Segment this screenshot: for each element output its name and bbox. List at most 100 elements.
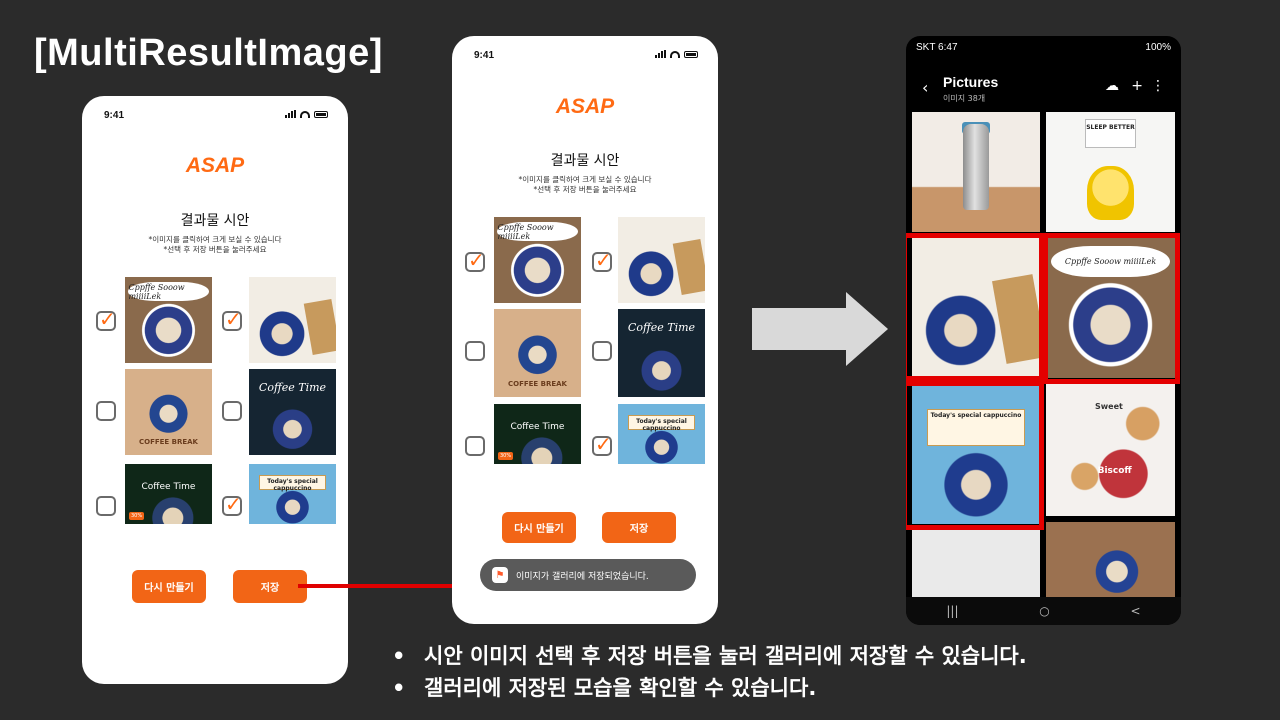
gallery-status-bar: SKT 6:47 100%: [916, 42, 1171, 53]
result-thumbnail-4[interactable]: Coffee Time: [249, 369, 336, 455]
select-checkbox-4[interactable]: [592, 341, 612, 361]
gallery-screen: SKT 6:47 100% ‹ Pictures 이미지 38개 ☁ + ⋮ S…: [906, 36, 1181, 625]
thumb-special-text: Today's special cappuccino: [259, 474, 326, 492]
slide-title: [MultiResultImage]: [34, 32, 383, 74]
sleep-sign: SLEEP BETTER: [1084, 119, 1137, 148]
system-nav-bar: ||| ○ <: [906, 597, 1181, 625]
toast-message: 이미지가 갤러리에 저장되었습니다.: [516, 571, 649, 582]
saved-toast: ⚑ 이미지가 갤러리에 저장되었습니다.: [480, 559, 696, 591]
instruction-1: *이미지를 클릭하여 크게 보실 수 있습니다: [518, 175, 652, 184]
status-time: 9:41: [104, 110, 125, 121]
discount-tag: 30%: [129, 512, 145, 520]
saved-highlight-3: [906, 381, 1044, 530]
gallery-photo-coffee[interactable]: [1046, 522, 1175, 602]
select-checkbox-2[interactable]: ✓: [222, 307, 242, 331]
description-bullets: • 시안 이미지 선택 후 저장 버튼을 눌러 갤러리에 저장할 수 있습니다. …: [392, 640, 1027, 704]
wifi-icon: [300, 110, 310, 118]
select-checkbox-5[interactable]: [465, 436, 485, 456]
result-thumbnail-2[interactable]: [249, 277, 336, 363]
saved-highlight-2: [1043, 233, 1180, 384]
bullet-text: 시안 이미지 선택 후 저장 버튼을 눌러 갤러리에 저장할 수 있습니다.: [424, 644, 1027, 668]
thumb-special-text: Today's special cappuccino: [628, 414, 695, 432]
thumb-time2-text: Coffee Time: [141, 482, 196, 492]
result-thumbnail-6[interactable]: Today's special cappuccino: [618, 404, 705, 464]
select-checkbox-3[interactable]: [96, 401, 116, 421]
bullet-dot: •: [392, 676, 406, 700]
album-title: Pictures: [943, 74, 999, 90]
status-icons: [655, 50, 698, 58]
phone-after-save: 9:41 ASAP 결과물 시안 *이미지를 클릭하여 크게 보실 수 있습니다…: [452, 36, 718, 624]
select-checkbox-6[interactable]: ✓: [592, 432, 612, 456]
phone-before-save: 9:41 ASAP 결과물 시안 *이미지를 클릭하여 크게 보실 수 있습니다…: [82, 96, 348, 684]
check-mark-icon: ✓: [225, 307, 242, 331]
carrier-time: SKT 6:47: [916, 42, 958, 53]
thumb-banner-text: Cppffe Sooow miiiiLek: [497, 222, 578, 242]
select-checkbox-3[interactable]: [465, 341, 485, 361]
thumb-time-text: Coffee Time: [258, 381, 327, 395]
status-time: 9:41: [474, 50, 495, 61]
transition-arrow-body: [752, 308, 848, 350]
transition-arrow-head: [846, 292, 888, 366]
result-thumbnail-4[interactable]: Coffee Time: [618, 309, 705, 397]
toy-figure: [1087, 166, 1134, 220]
app-logo: ASAP: [555, 95, 615, 118]
gallery-photo-bottle[interactable]: [912, 112, 1040, 232]
more-icon[interactable]: ⋮: [1151, 78, 1165, 94]
thumb-break-text: COFFEE BREAK: [138, 438, 198, 447]
thumb-time-text: Coffee Time: [627, 321, 696, 335]
battery-icon: [314, 110, 328, 118]
result-thumbnail-2[interactable]: [618, 217, 705, 303]
recents-icon[interactable]: |||: [946, 604, 958, 618]
remake-button[interactable]: 다시 만들기: [502, 512, 576, 543]
bullet-item: • 시안 이미지 선택 후 저장 버튼을 눌러 갤러리에 저장할 수 있습니다.: [392, 640, 1027, 672]
page-title: 결과물 시안: [180, 213, 250, 229]
album-count: 이미지 38개: [943, 94, 986, 103]
signal-icon: [655, 50, 666, 58]
result-thumbnail-5[interactable]: Coffee Time 30%: [494, 404, 581, 464]
gallery-photo-cookies[interactable]: Sweet Biscoff: [1046, 384, 1175, 516]
gallery-photo-sleep[interactable]: SLEEP BETTER: [1046, 112, 1175, 232]
select-checkbox-4[interactable]: [222, 401, 242, 421]
remake-button[interactable]: 다시 만들기: [132, 570, 206, 603]
thumb-banner-text: Cppffe Sooow miiiiLek: [128, 282, 209, 302]
cloud-off-icon[interactable]: ☁: [1105, 78, 1119, 94]
check-mark-icon: ✓: [595, 432, 612, 456]
cookie-brand: Biscoff: [1097, 465, 1132, 476]
check-mark-icon: ✓: [99, 307, 116, 331]
result-thumbnail-1[interactable]: Cppffe Sooow miiiiLek: [125, 277, 212, 363]
cookie-top-text: Sweet: [1095, 402, 1123, 412]
result-thumbnail-6[interactable]: Today's special cappuccino: [249, 464, 336, 524]
result-thumbnail-3[interactable]: COFFEE BREAK: [494, 309, 581, 397]
instruction-1: *이미지를 클릭하여 크게 보실 수 있습니다: [148, 235, 282, 244]
gallery-photo-misc[interactable]: [912, 530, 1040, 602]
save-button[interactable]: 저장: [233, 570, 307, 603]
select-checkbox-2[interactable]: ✓: [592, 249, 612, 272]
instruction-2: *선택 후 저장 버튼을 눌러주세요: [163, 245, 267, 254]
thumb-break-text: COFFEE BREAK: [507, 380, 567, 389]
result-thumbnail-1[interactable]: Cppffe Sooow miiiiLek: [494, 217, 581, 303]
select-checkbox-5[interactable]: [96, 496, 116, 516]
page-title: 결과물 시안: [550, 153, 620, 169]
check-mark-icon: ✓: [468, 248, 485, 272]
select-checkbox-6[interactable]: ✓: [222, 493, 242, 516]
back-nav-icon[interactable]: <: [1131, 604, 1141, 618]
result-thumbnail-3[interactable]: COFFEE BREAK: [125, 369, 212, 455]
add-icon[interactable]: +: [1131, 78, 1143, 94]
coffee-bag: [672, 239, 705, 295]
bullet-text: 갤러리에 저장된 모습을 확인할 수 있습니다.: [424, 676, 817, 700]
save-button[interactable]: 저장: [602, 512, 676, 543]
select-checkbox-1[interactable]: ✓: [96, 307, 116, 331]
result-thumbnail-5[interactable]: Coffee Time 30%: [125, 464, 212, 524]
bullet-item: • 갤러리에 저장된 모습을 확인할 수 있습니다.: [392, 672, 1027, 704]
status-bar: 9:41: [452, 36, 718, 66]
bottle: [963, 124, 989, 211]
select-checkbox-1[interactable]: ✓: [465, 248, 485, 272]
app-logo: ASAP: [185, 154, 245, 177]
home-icon[interactable]: ○: [1039, 604, 1049, 618]
flow-arrow-line: [298, 584, 458, 588]
bullet-dot: •: [392, 644, 406, 668]
app-icon: ⚑: [492, 567, 508, 583]
back-icon[interactable]: ‹: [922, 78, 928, 97]
saved-highlight-1: [906, 233, 1044, 381]
wifi-icon: [670, 50, 680, 58]
